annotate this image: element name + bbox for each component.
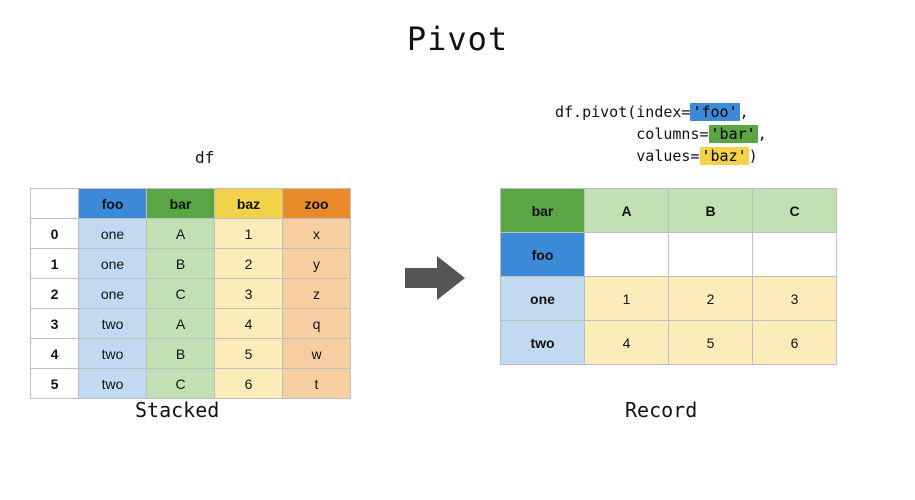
cell-zoo: y [283, 249, 351, 279]
cell-baz: 6 [215, 369, 283, 399]
table-row: 0 one A 1 x [31, 219, 351, 249]
code-hl-baz: 'baz' [700, 147, 749, 165]
record-table: bar A B C foo one 1 2 3 two 4 5 6 [500, 188, 837, 365]
record-value: 2 [669, 277, 753, 321]
record-value: 5 [669, 321, 753, 365]
record-col-header: B [669, 189, 753, 233]
stacked-table: foo bar baz zoo 0 one A 1 x 1 one B 2 y … [30, 188, 351, 399]
record-empty-cell [753, 233, 837, 277]
record-index: one [501, 277, 585, 321]
cell-bar: B [147, 339, 215, 369]
record-bar-header: bar [501, 189, 585, 233]
record-value: 3 [753, 277, 837, 321]
table-row: bar A B C [501, 189, 837, 233]
record-col-header: C [753, 189, 837, 233]
cell-foo: one [79, 279, 147, 309]
pivot-code: df.pivot(index='foo', columns='bar', val… [555, 102, 767, 167]
code-line3-post: ) [749, 147, 758, 165]
cell-baz: 4 [215, 309, 283, 339]
row-index: 3 [31, 309, 79, 339]
row-index: 4 [31, 339, 79, 369]
code-hl-foo: 'foo' [690, 103, 739, 121]
table-row: 4 two B 5 w [31, 339, 351, 369]
record-col-header: A [585, 189, 669, 233]
arrow-right-icon [405, 256, 465, 300]
row-index: 5 [31, 369, 79, 399]
row-index: 2 [31, 279, 79, 309]
cell-bar: A [147, 309, 215, 339]
col-header-baz: baz [215, 189, 283, 219]
record-caption: Record [625, 398, 697, 422]
table-row: 3 two A 4 q [31, 309, 351, 339]
df-label: df [195, 148, 214, 167]
table-row: 1 one B 2 y [31, 249, 351, 279]
cell-baz: 3 [215, 279, 283, 309]
cell-foo: two [79, 369, 147, 399]
record-value: 6 [753, 321, 837, 365]
table-row: two 4 5 6 [501, 321, 837, 365]
cell-zoo: z [283, 279, 351, 309]
record-value: 4 [585, 321, 669, 365]
code-line1-pre: df.pivot(index= [555, 103, 690, 121]
cell-zoo: x [283, 219, 351, 249]
cell-baz: 2 [215, 249, 283, 279]
table-row: one 1 2 3 [501, 277, 837, 321]
cell-foo: one [79, 249, 147, 279]
code-line1-post: , [740, 103, 749, 121]
cell-zoo: w [283, 339, 351, 369]
page-title: Pivot [0, 20, 915, 58]
code-hl-bar: 'bar' [709, 125, 758, 143]
record-empty-cell [585, 233, 669, 277]
cell-zoo: q [283, 309, 351, 339]
stacked-corner [31, 189, 79, 219]
cell-foo: one [79, 219, 147, 249]
cell-bar: B [147, 249, 215, 279]
cell-baz: 5 [215, 339, 283, 369]
cell-foo: two [79, 339, 147, 369]
stacked-caption: Stacked [135, 398, 219, 422]
cell-bar: C [147, 369, 215, 399]
cell-baz: 1 [215, 219, 283, 249]
row-index: 0 [31, 219, 79, 249]
record-value: 1 [585, 277, 669, 321]
record-empty-cell [669, 233, 753, 277]
record-index: two [501, 321, 585, 365]
row-index: 1 [31, 249, 79, 279]
col-header-zoo: zoo [283, 189, 351, 219]
col-header-bar: bar [147, 189, 215, 219]
record-foo-header: foo [501, 233, 585, 277]
code-line2-pre: columns= [555, 125, 709, 143]
table-row: foo [501, 233, 837, 277]
code-line2-post: , [758, 125, 767, 143]
table-row: 5 two C 6 t [31, 369, 351, 399]
col-header-foo: foo [79, 189, 147, 219]
cell-foo: two [79, 309, 147, 339]
cell-zoo: t [283, 369, 351, 399]
table-row: foo bar baz zoo [31, 189, 351, 219]
code-line3-pre: values= [555, 147, 700, 165]
cell-bar: C [147, 279, 215, 309]
cell-bar: A [147, 219, 215, 249]
table-row: 2 one C 3 z [31, 279, 351, 309]
